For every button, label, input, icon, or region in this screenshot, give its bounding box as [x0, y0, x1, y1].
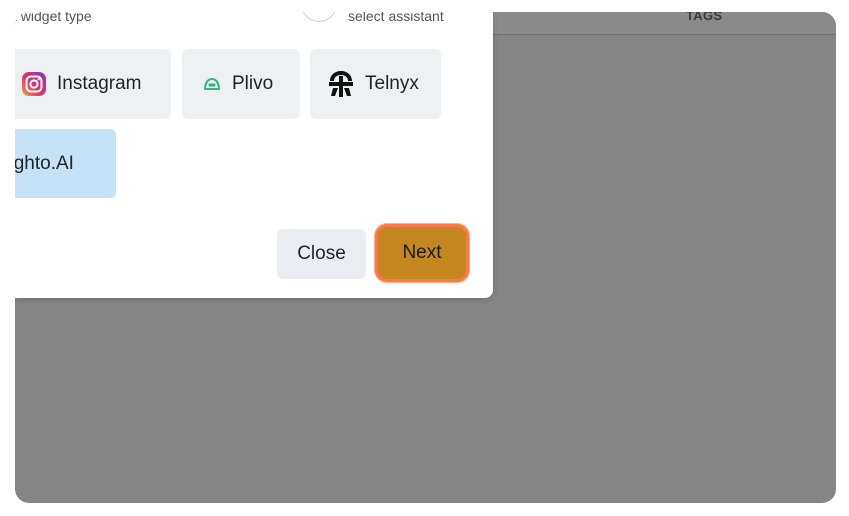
instagram-icon	[21, 71, 47, 97]
tags-column-label: TAGS	[686, 12, 723, 23]
telnyx-icon	[327, 69, 355, 99]
next-button[interactable]: Next	[375, 224, 469, 282]
widget-type-modal: t widget type select assistant Instagram…	[15, 12, 493, 298]
table-header-tags: TAGS	[493, 12, 836, 35]
widget-type-label: t widget type	[15, 12, 92, 24]
option-label: Plivo	[232, 73, 274, 94]
assistant-radio[interactable]	[301, 12, 337, 22]
plivo-icon	[202, 76, 222, 92]
select-assistant-label: select assistant	[348, 12, 444, 24]
close-button[interactable]: Close	[277, 229, 366, 279]
option-label: Instagram	[57, 73, 142, 94]
option-label: sighto.AI	[15, 152, 74, 174]
app-frame: TAGS t widget type select assistant Inst…	[15, 12, 836, 503]
option-instagram[interactable]: Instagram	[15, 49, 171, 119]
option-plivo[interactable]: Plivo	[182, 49, 300, 119]
option-insighto-ai[interactable]: sighto.AI	[15, 129, 116, 198]
option-label: Telnyx	[365, 73, 419, 94]
option-telnyx[interactable]: Telnyx	[310, 49, 441, 119]
